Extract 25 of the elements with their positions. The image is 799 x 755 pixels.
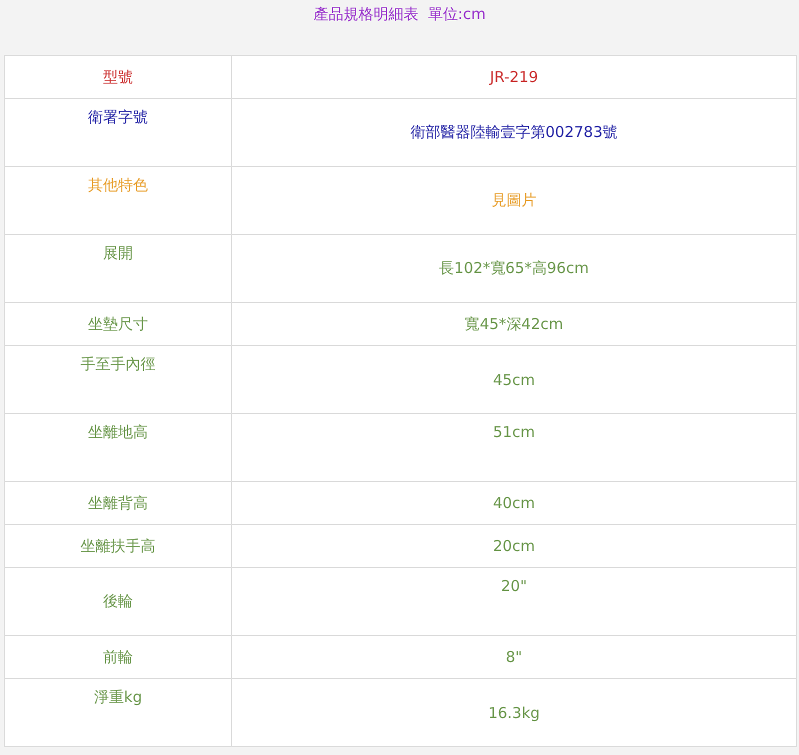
spec-label: 坐墊尺寸 <box>88 314 148 334</box>
spec-label: 坐離地高 <box>88 423 148 442</box>
spec-value: 20cm <box>493 537 535 555</box>
spec-label: 坐離背高 <box>88 494 148 512</box>
spec-label: 型號 <box>103 68 133 86</box>
spec-label: 淨重kg <box>94 688 142 707</box>
spec-label: 其他特色 <box>88 176 148 195</box>
spec-value: 寬45*深42cm <box>464 314 564 334</box>
table-title: 產品規格明細表 單位:cm <box>313 5 486 24</box>
spec-label: 衛署字號 <box>88 108 148 127</box>
spec-value: 51cm <box>493 423 535 441</box>
spec-label: 展開 <box>103 244 133 263</box>
spec-value: JR-219 <box>490 68 538 86</box>
spec-value: 8" <box>506 648 522 666</box>
spec-value: 長102*寬65*高96cm <box>439 259 589 278</box>
spec-value: 衛部醫器陸輸壹字第002783號 <box>410 123 618 142</box>
spec-value: 16.3kg <box>488 704 540 722</box>
spec-label: 手至手內徑 <box>80 355 156 374</box>
spec-value: 40cm <box>493 494 535 512</box>
spec-label: 坐離扶手高 <box>80 536 156 556</box>
spec-value: 見圖片 <box>492 191 536 210</box>
spec-label: 前輪 <box>103 648 133 666</box>
spec-value: 20" <box>501 577 527 595</box>
spec-value: 45cm <box>493 370 535 388</box>
spec-label: 後輪 <box>103 592 133 611</box>
